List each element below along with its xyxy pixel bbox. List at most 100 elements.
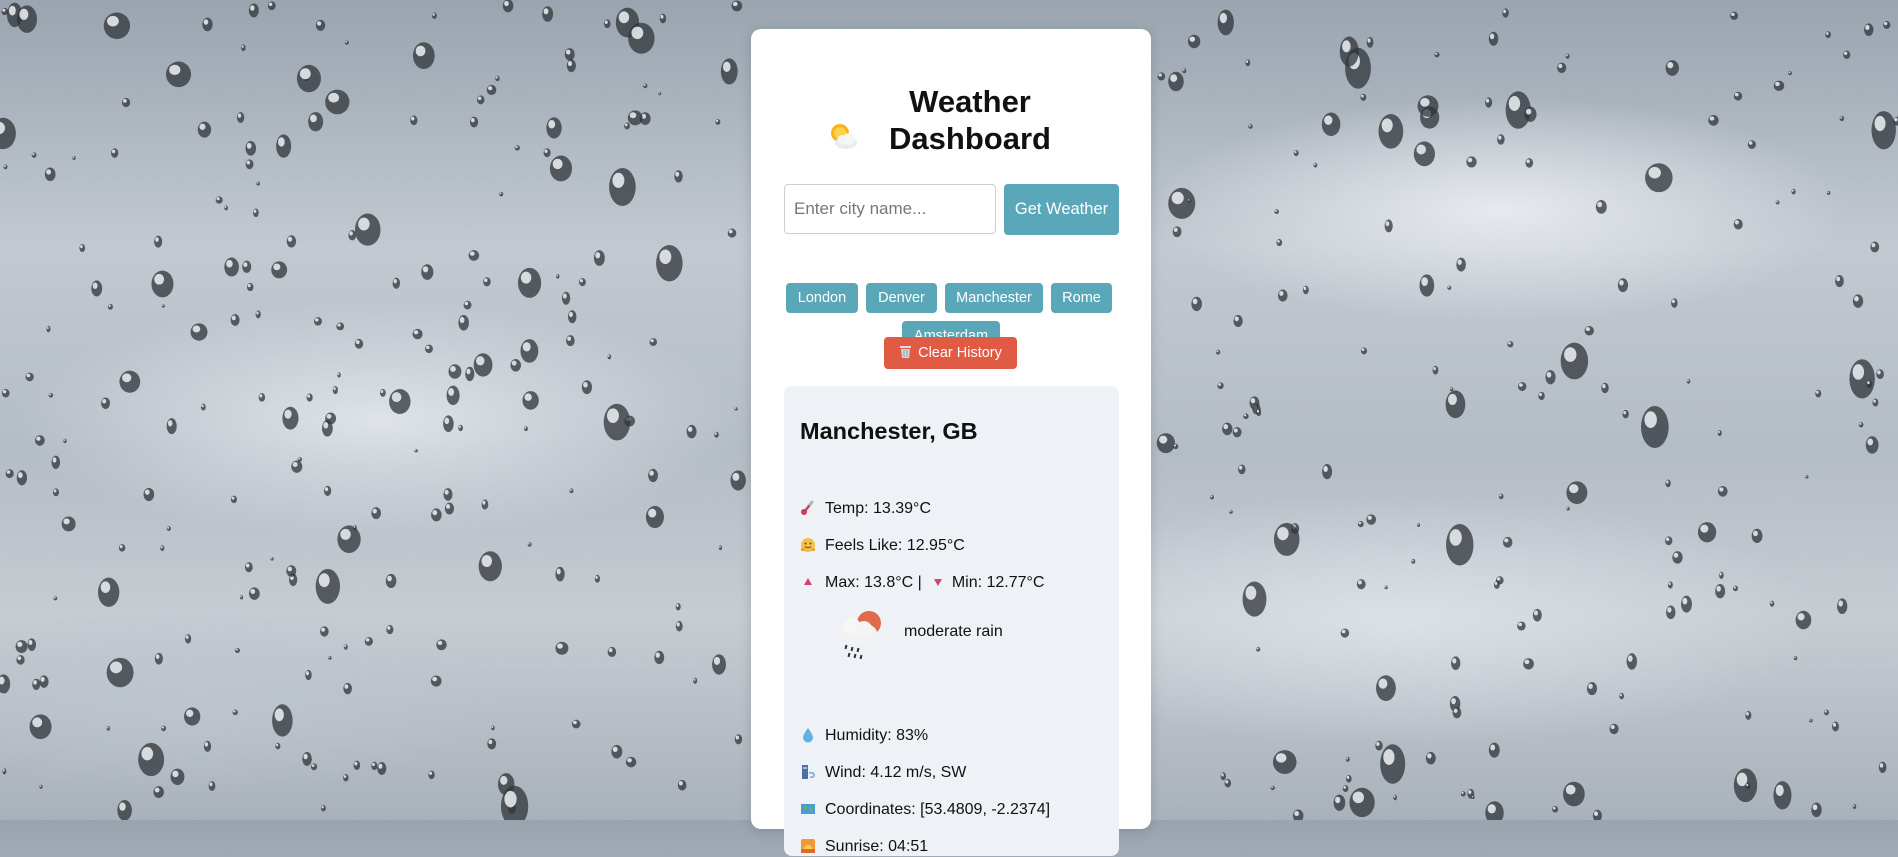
raindrop	[436, 639, 447, 651]
raindrop	[1366, 514, 1377, 525]
raindrop	[675, 603, 681, 611]
raindrop	[1517, 382, 1527, 391]
raindrop	[648, 468, 659, 483]
raindrop	[607, 646, 617, 658]
history-chip-london[interactable]: London	[786, 283, 858, 313]
raindrop	[1446, 523, 1474, 566]
raindrop	[353, 525, 357, 531]
raindrop	[491, 725, 495, 731]
humidity-text: Humidity: 83%	[825, 727, 929, 744]
raindrop	[166, 418, 177, 435]
raindrop	[1322, 464, 1333, 480]
raindrop	[1356, 579, 1366, 590]
raindrop	[1557, 62, 1567, 74]
raindrop	[1645, 163, 1673, 193]
history-chip-manchester[interactable]: Manchester	[945, 283, 1043, 313]
raindrop	[215, 196, 223, 204]
raindrop	[1485, 801, 1504, 820]
raindrop	[1349, 787, 1375, 818]
raindrop	[1858, 422, 1864, 428]
raindrop	[1245, 59, 1251, 67]
raindrop	[1256, 647, 1261, 652]
raindrop	[1824, 709, 1829, 716]
raindrop	[469, 116, 479, 128]
city-search-input[interactable]	[784, 184, 996, 234]
raindrop	[3, 164, 8, 170]
clear-history-button[interactable]: Clear History	[884, 337, 1017, 369]
raindrop	[658, 92, 662, 96]
raindrop	[1191, 296, 1202, 312]
raindrop	[1345, 756, 1350, 762]
raindrop	[332, 385, 338, 395]
raindrop	[1502, 8, 1509, 18]
raindrop	[731, 0, 743, 12]
title-text-line: Weather Dashboard	[889, 84, 1051, 156]
raindrop	[1, 7, 9, 16]
raindrop	[1345, 774, 1352, 783]
raindrop	[520, 339, 539, 363]
raindrop	[1525, 158, 1534, 168]
raindrop	[0, 117, 16, 150]
raindrop	[272, 704, 293, 737]
raindrop	[324, 485, 332, 497]
moderate-rain-icon	[837, 611, 881, 660]
raindrop	[197, 121, 212, 138]
raindrop	[386, 625, 394, 635]
raindrop	[31, 152, 37, 158]
raindrop	[1815, 389, 1822, 398]
raindrop	[1865, 436, 1879, 454]
raindrop	[1249, 396, 1260, 410]
raindrop	[1187, 34, 1201, 49]
raindrop	[1835, 275, 1844, 288]
raindrop	[543, 148, 551, 158]
raindrop	[29, 714, 52, 740]
raindrop	[1788, 71, 1792, 76]
raindrop	[1665, 536, 1673, 546]
raindrop	[315, 568, 340, 604]
raindrop	[1584, 325, 1594, 336]
raindrop	[1524, 106, 1537, 122]
raindrop	[184, 707, 201, 726]
get-weather-button[interactable]: Get Weather	[1004, 184, 1119, 235]
raindrop	[1321, 112, 1341, 137]
history-chip-denver[interactable]: Denver	[866, 283, 937, 313]
raindrop	[1292, 809, 1304, 820]
raindrop	[1360, 93, 1367, 101]
raindrop	[291, 460, 303, 473]
raindrop	[659, 13, 667, 24]
raindrop	[389, 388, 411, 414]
raindrop	[603, 403, 631, 441]
raindrop	[119, 370, 141, 393]
raindrop	[1715, 584, 1726, 599]
raindrop	[1617, 278, 1629, 293]
raindrop	[1466, 156, 1477, 168]
wastebasket-icon	[900, 346, 912, 358]
raindrop	[607, 354, 612, 360]
raindrop	[52, 488, 60, 497]
raindrop	[1601, 382, 1609, 394]
raindrop	[16, 5, 37, 33]
raindrop	[1671, 298, 1678, 308]
raindrop	[258, 393, 266, 402]
raindrop	[1413, 141, 1435, 167]
history-chip-rome[interactable]: Rome	[1051, 283, 1112, 313]
raindrop	[593, 250, 605, 266]
raindrop	[118, 544, 126, 552]
raindrop	[1168, 71, 1184, 92]
raindrop	[567, 310, 577, 324]
wind-row: Wind: 4.12 m/s, SW	[800, 763, 966, 783]
raindrop	[502, 0, 514, 13]
temp-text: Temp: 13.39°C	[825, 500, 932, 517]
raindrop	[1843, 50, 1851, 59]
raindrop	[458, 314, 469, 331]
raindrop	[1686, 379, 1691, 384]
raindrop	[1449, 387, 1454, 392]
feels-like-row: Feels Like: 12.95°C	[800, 536, 965, 556]
raindrop	[693, 677, 698, 684]
raindrop	[581, 380, 593, 395]
raindrop	[421, 264, 434, 280]
raindrop	[1665, 479, 1671, 488]
raindrop	[248, 3, 259, 18]
raindrop	[138, 742, 165, 777]
raindrop	[1302, 285, 1309, 295]
